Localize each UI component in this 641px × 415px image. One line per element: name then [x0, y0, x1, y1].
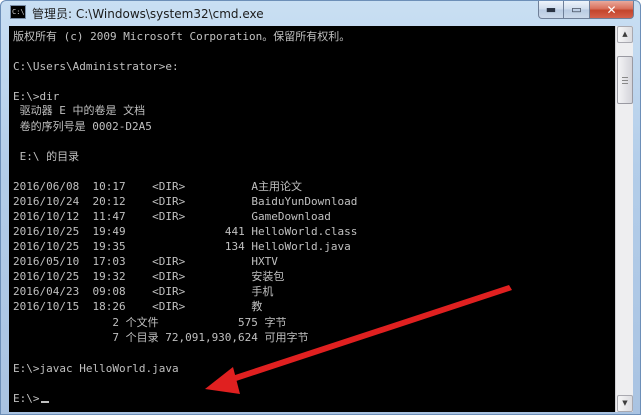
cmd-window: C:\ 管理员: C:\Windows\system32\cmd.exe ▬ ▭… [0, 0, 641, 415]
arrow-head-icon [205, 367, 240, 394]
annotation-arrow [205, 285, 512, 394]
arrow-shaft [223, 285, 512, 384]
